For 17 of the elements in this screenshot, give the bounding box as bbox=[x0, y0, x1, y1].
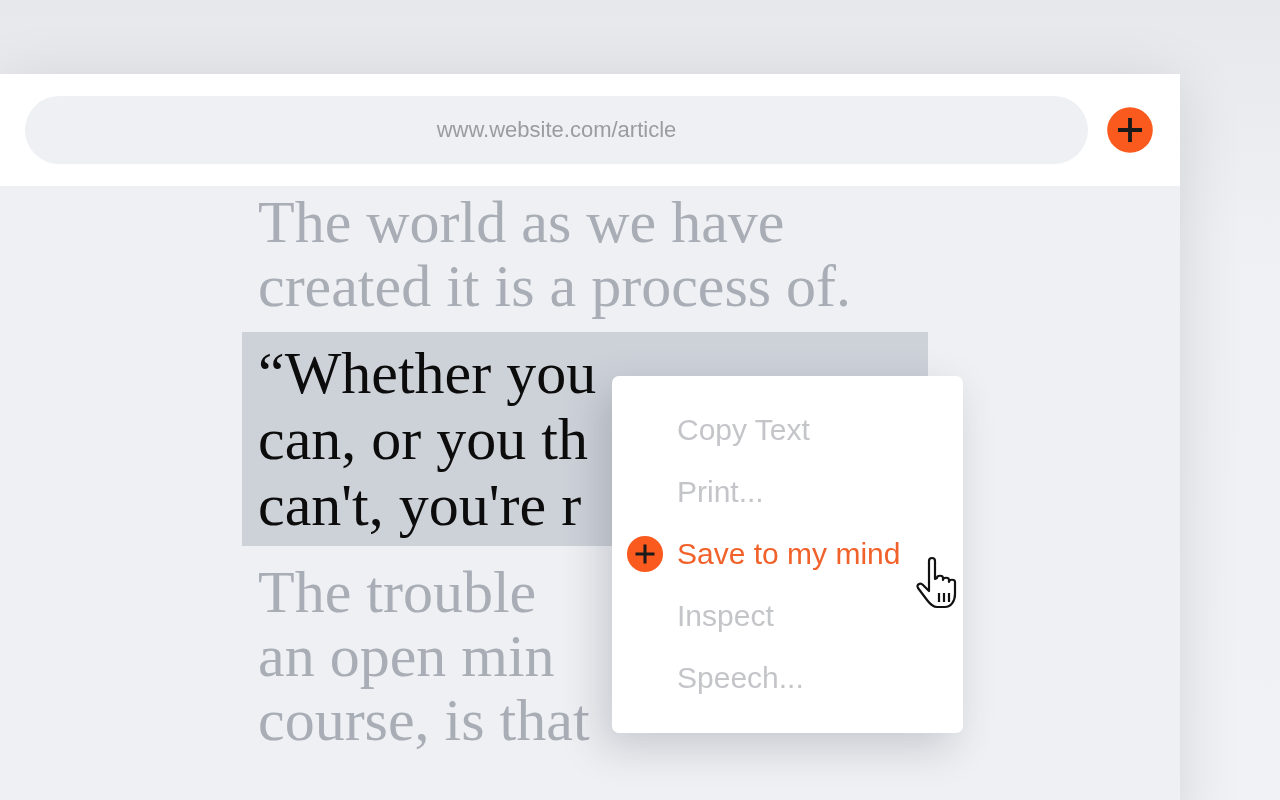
article-text-line: can, or you th bbox=[258, 406, 588, 472]
article-text-line: “Whether you bbox=[258, 340, 597, 406]
article-text-line: can't, you're r bbox=[258, 472, 582, 538]
menu-item[interactable]: Copy Text bbox=[612, 399, 963, 461]
add-button[interactable] bbox=[1106, 106, 1154, 154]
menu-item[interactable]: Print... bbox=[612, 461, 963, 523]
menu-item[interactable]: Save to my mind bbox=[612, 523, 963, 585]
menu-item[interactable]: Speech... bbox=[612, 647, 963, 709]
menu-item[interactable]: Inspect bbox=[612, 585, 963, 647]
plus-icon bbox=[626, 535, 664, 573]
plus-icon bbox=[1106, 106, 1154, 154]
article-text-line: The world as we have bbox=[258, 190, 785, 254]
article-text-line: course, is that bbox=[258, 688, 590, 752]
article-text-line: created it is a process of. bbox=[258, 254, 852, 318]
address-bar[interactable]: www.website.com/article bbox=[25, 96, 1088, 164]
article-text-line: an open min bbox=[258, 624, 555, 688]
article-text-line: The trouble bbox=[258, 560, 537, 624]
